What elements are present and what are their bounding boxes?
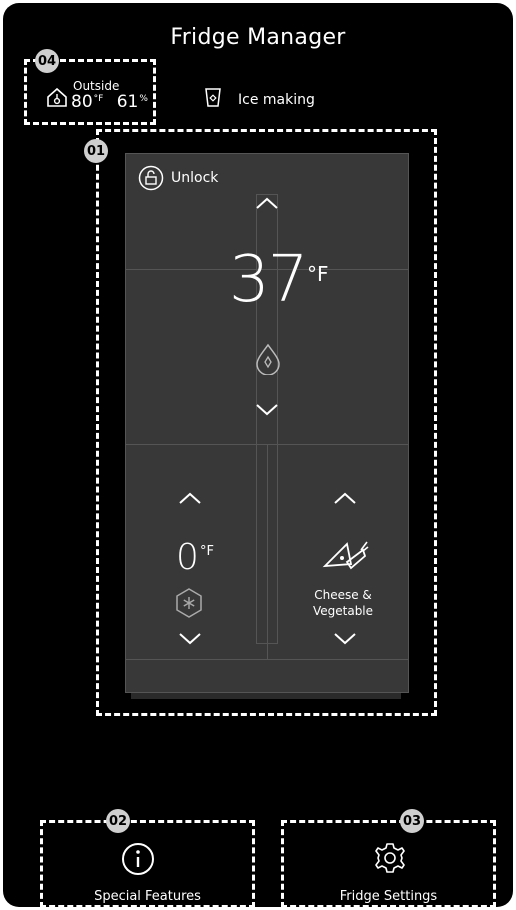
- fridge-feet: [131, 693, 401, 699]
- gear-icon: [375, 843, 405, 873]
- flex-mode-text: Cheese & Vegetable: [312, 588, 374, 618]
- info-icon: [122, 843, 154, 875]
- badge-04: 04: [35, 49, 59, 73]
- freezer-temp-down-button[interactable]: [175, 630, 205, 648]
- flex-mode-up-button[interactable]: [330, 489, 360, 507]
- outside-readings: 80°F 61%: [71, 92, 148, 112]
- freezer-temp-up-button[interactable]: [175, 489, 205, 507]
- fridge-temp-unit: °F: [307, 262, 329, 286]
- freezer-temp: 0: [176, 537, 199, 578]
- outside-humidity-unit: %: [139, 94, 148, 104]
- outside-temp: 80: [71, 92, 93, 112]
- unlock-icon: [138, 165, 164, 191]
- page-title: Fridge Manager: [170, 25, 346, 50]
- flex-mode-label: Cheese & Vegetable: [303, 587, 383, 619]
- unlock-label: Unlock: [171, 170, 219, 186]
- badge-02: 02: [106, 809, 130, 833]
- badge-03: 03: [400, 809, 424, 833]
- flex-mode-down-button[interactable]: [330, 630, 360, 648]
- cheese-vegetable-icon: [322, 541, 369, 570]
- outside-temp-unit: °F: [93, 94, 104, 104]
- water-drop-icon: [256, 343, 280, 375]
- fridge-temp: 37: [229, 243, 308, 317]
- home-thermometer-icon: [47, 87, 67, 107]
- app-screen: Fridge Manager 04 Outside 80°F 61% Ice m…: [3, 3, 513, 907]
- ice-making-label: Ice making: [238, 92, 315, 108]
- freezer-temp-unit: °F: [200, 544, 214, 559]
- fridge-temp-down-button[interactable]: [252, 401, 282, 419]
- ice-making-icon: [205, 88, 221, 107]
- outside-label: Outside: [73, 79, 120, 93]
- fridge-settings-label: Fridge Settings: [339, 889, 438, 904]
- outside-humidity: 61: [116, 92, 139, 112]
- fridge-temp-up-button[interactable]: [252, 194, 282, 212]
- special-features-label: Special Features: [94, 889, 201, 904]
- badge-01: 01: [84, 139, 108, 163]
- snowflake-icon: [176, 588, 202, 618]
- unlock-button[interactable]: Unlock: [135, 163, 231, 193]
